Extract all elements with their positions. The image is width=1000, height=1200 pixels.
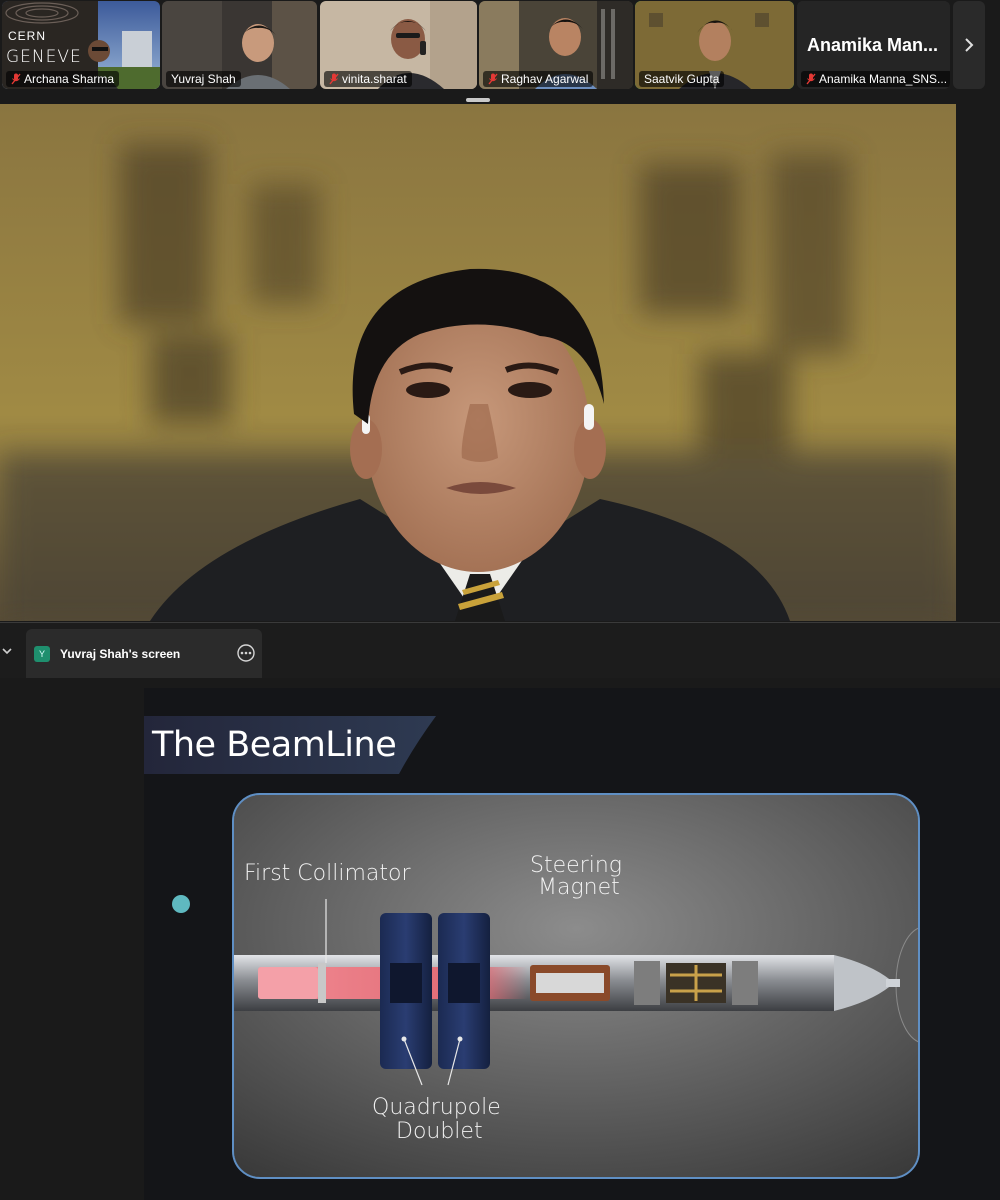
slide-title: The BeamLine <box>152 725 397 765</box>
bullet-dot <box>172 895 190 913</box>
mic-muted-icon <box>11 73 21 85</box>
speaker-video-frame <box>0 104 956 621</box>
shared-screen-tab[interactable]: Y Yuvraj Shah's screen <box>26 629 262 679</box>
sharer-avatar: Y <box>34 646 50 662</box>
participant-strip: CERN GENEVE Archana Sharma Yuvraj Shah v… <box>0 0 1000 96</box>
participant-display-name: Anamika Man... <box>807 35 939 55</box>
shared-screen-title: Yuvraj Shah's screen <box>60 647 181 661</box>
mic-muted-icon <box>488 73 498 85</box>
collapse-button[interactable] <box>0 641 14 661</box>
label-first-collimator: First Collimator <box>244 861 411 886</box>
mic-muted-icon <box>329 73 339 85</box>
label-steering-magnet-line2: Magnet <box>538 875 620 900</box>
participant-tile-saatvik-gupta[interactable]: Saatvik Gupta <box>635 1 794 89</box>
participant-tile-vinita-sharat[interactable]: vinita.sharat <box>320 1 477 89</box>
label-quadrupole-line2: Doublet <box>396 1119 483 1144</box>
label-steering-magnet-line1: Steering <box>530 853 622 878</box>
label-quadrupole-line1: Quadrupole <box>372 1095 501 1120</box>
presentation-slide: The BeamLine First Collimator Steering M… <box>144 688 1000 1200</box>
participant-name-label: vinita.sharat <box>324 71 412 87</box>
screen-share-toolbar: Y Yuvraj Shah's screen <box>0 622 1000 679</box>
participant-tile-yuvraj-shah[interactable]: Yuvraj Shah <box>162 1 317 89</box>
more-options-icon[interactable] <box>236 643 256 663</box>
participant-name-label: Archana Sharma <box>6 71 120 87</box>
participant-tile-archana-sharma[interactable]: CERN GENEVE Archana Sharma <box>2 1 160 89</box>
participant-tile-anamika-manna[interactable]: Anamika Man... Anamika Manna_SNS... <box>797 1 950 89</box>
active-speaker-video <box>0 104 956 621</box>
next-participants-button[interactable] <box>953 1 985 89</box>
background-text-cern: CERN <box>8 29 47 43</box>
resize-handle[interactable] <box>466 98 490 102</box>
shared-screen-area: The BeamLine First Collimator Steering M… <box>0 678 1000 1200</box>
participant-name-label: Raghav Agarwal <box>483 71 594 87</box>
beamline-diagram: First Collimator Steering Magnet Quadrup… <box>232 793 920 1179</box>
mic-muted-icon <box>806 73 816 85</box>
chevron-right-icon <box>965 38 974 52</box>
participant-tile-raghav-agarwal[interactable]: Raghav Agarwal <box>479 1 633 89</box>
chevron-down-icon <box>2 648 12 655</box>
participant-name-label: Anamika Manna_SNS... <box>801 71 950 87</box>
participant-name-label: Saatvik Gupta <box>639 71 725 87</box>
participant-name-label: Yuvraj Shah <box>166 71 241 87</box>
background-text-geneve: GENEVE <box>6 47 82 67</box>
